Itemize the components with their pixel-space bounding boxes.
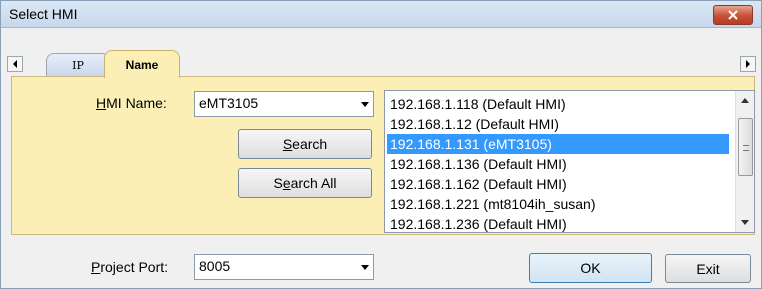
hmi-list-item[interactable]: 192.168.1.12 (Default HMI) (387, 114, 729, 134)
exit-button[interactable]: Exit (665, 254, 751, 283)
hmi-list-item[interactable]: 192.168.1.118 (Default HMI) (387, 94, 729, 114)
scroll-up-button[interactable] (736, 91, 754, 109)
scroll-grip (743, 145, 749, 151)
scroll-up-icon (741, 98, 749, 103)
chevron-left-icon (13, 60, 17, 68)
hmi-list-item[interactable]: 192.168.1.131 (eMT3105) (387, 134, 729, 154)
tab-name[interactable]: Name (104, 50, 180, 78)
hmi-list-items: 192.168.1.118 (Default HMI) 192.168.1.12 … (387, 94, 729, 232)
select-hmi-dialog: Select HMI IP Name HMI Name: eMT3105 Sea… (0, 0, 762, 289)
hmi-list-item[interactable]: 192.168.1.136 (Default HMI) (387, 154, 729, 174)
tab-scroll-left-button[interactable] (7, 56, 23, 72)
chevron-down-icon (361, 102, 369, 107)
chevron-down-icon (361, 265, 369, 270)
close-button[interactable] (713, 5, 753, 25)
chevron-right-icon (746, 60, 750, 68)
close-x-icon (728, 10, 738, 20)
scroll-down-button[interactable] (736, 214, 754, 232)
hmi-list-item[interactable]: 192.168.1.236 (Default HMI) (387, 214, 729, 232)
exit-button-label: Exit (696, 260, 720, 277)
project-port-label: Project Port: (91, 259, 169, 275)
project-port-value: 8005 (199, 258, 231, 274)
hmi-list-item[interactable]: 192.168.1.221 (mt8104ih_susan) (387, 194, 729, 214)
title-bar[interactable]: Select HMI (1, 1, 761, 28)
hmi-list[interactable]: 192.168.1.118 (Default HMI) 192.168.1.12 … (384, 90, 755, 233)
search-all-button[interactable]: Search All (238, 168, 372, 198)
tab-ip[interactable]: IP (46, 53, 110, 77)
scroll-thumb[interactable] (738, 118, 753, 176)
hmi-name-value: eMT3105 (199, 95, 259, 111)
tab-name-label: Name (125, 57, 159, 72)
scroll-down-icon (741, 220, 749, 225)
ok-button[interactable]: OK (529, 253, 652, 283)
hmi-name-dropdown[interactable]: eMT3105 (194, 91, 374, 117)
search-button[interactable]: Search (238, 129, 372, 159)
tab-scroll-right-button[interactable] (740, 56, 756, 72)
window-title: Select HMI (9, 6, 78, 22)
hmi-name-label: HMI Name: (96, 95, 167, 111)
hmi-list-scrollbar[interactable] (735, 91, 754, 232)
tab-ip-label: IP (72, 59, 84, 72)
hmi-list-item[interactable]: 192.168.1.162 (Default HMI) (387, 174, 729, 194)
search-button-label: Search (282, 136, 328, 152)
project-port-dropdown[interactable]: 8005 (194, 254, 374, 280)
search-all-button-label: Search All (273, 175, 337, 191)
ok-button-label: OK (580, 260, 601, 276)
